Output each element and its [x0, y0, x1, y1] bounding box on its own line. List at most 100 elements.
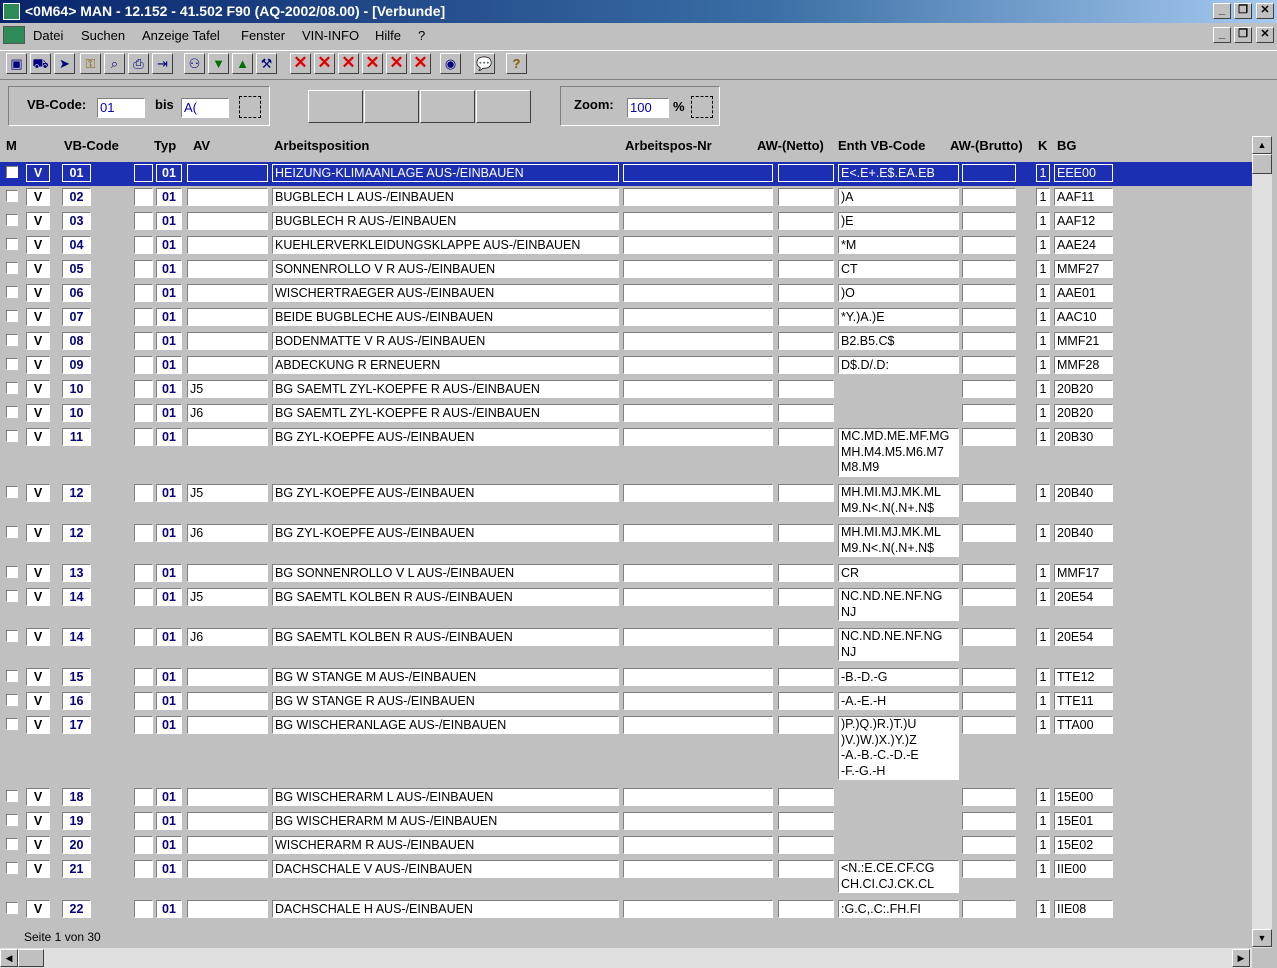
cell-k[interactable]: 1	[1036, 588, 1050, 606]
close-x-icon[interactable]: ✕	[290, 53, 311, 74]
cell-pos[interactable]: BG W STANGE R AUS-/EINBAUEN	[272, 692, 619, 710]
table-row[interactable]: V 14 01 J5 BG SAEMTL KOLBEN R AUS-/EINBAUEN N…	[0, 586, 1252, 626]
scroll-down-button[interactable]: ▼	[1252, 929, 1272, 947]
cell-enth[interactable]: CR	[838, 564, 959, 582]
cell-netto[interactable]	[778, 668, 834, 686]
cell-k[interactable]: 1	[1036, 284, 1050, 302]
cell-nr[interactable]	[623, 524, 773, 542]
row-checkbox[interactable]	[6, 486, 18, 498]
menu-fenster[interactable]: Fenster	[241, 28, 285, 43]
cell-code[interactable]: 09	[62, 356, 91, 374]
close-x-icon[interactable]: ✕	[410, 53, 431, 74]
cell-code[interactable]: 14	[62, 628, 91, 646]
empty-button-1[interactable]	[308, 90, 363, 123]
cell-v[interactable]: V	[26, 404, 50, 422]
cell-blank1[interactable]	[134, 668, 153, 686]
cell-netto[interactable]	[778, 628, 834, 646]
cell-pos[interactable]: BG SAEMTL KOLBEN R AUS-/EINBAUEN	[272, 588, 619, 606]
cell-v[interactable]: V	[26, 188, 50, 206]
cell-typ[interactable]: 01	[156, 564, 182, 582]
cell-k[interactable]: 1	[1036, 716, 1050, 734]
cell-blank1[interactable]	[134, 188, 153, 206]
cell-pos[interactable]: SONNENROLLO V R AUS-/EINBAUEN	[272, 260, 619, 278]
cell-v[interactable]: V	[26, 212, 50, 230]
cell-netto[interactable]	[778, 236, 834, 254]
row-checkbox[interactable]	[6, 214, 18, 226]
cell-v[interactable]: V	[26, 860, 50, 878]
close-button[interactable]: ✕	[1256, 3, 1274, 19]
cell-bg[interactable]: AAC10	[1054, 308, 1113, 326]
cell-code[interactable]: 19	[62, 812, 91, 830]
cell-v[interactable]: V	[26, 692, 50, 710]
cell-typ[interactable]: 01	[156, 484, 182, 502]
row-checkbox[interactable]	[6, 238, 18, 250]
cell-bg[interactable]: 15E01	[1054, 812, 1113, 830]
cell-pos[interactable]: BUGBLECH R AUS-/EINBAUEN	[272, 212, 619, 230]
cell-code[interactable]: 22	[62, 900, 91, 918]
cell-blank1[interactable]	[134, 380, 153, 398]
cell-pos[interactable]: WISCHERTRAEGER AUS-/EINBAUEN	[272, 284, 619, 302]
cell-pos[interactable]: BEIDE BUGBLECHE AUS-/EINBAUEN	[272, 308, 619, 326]
cell-netto[interactable]	[778, 588, 834, 606]
cell-blank1[interactable]	[134, 356, 153, 374]
cell-netto[interactable]	[778, 484, 834, 502]
table-row[interactable]: V 03 01 BUGBLECH R AUS-/EINBAUEN)E 1 AAF12	[0, 210, 1252, 234]
cell-bg[interactable]: 15E02	[1054, 836, 1113, 854]
cell-bg[interactable]: 20B20	[1054, 404, 1113, 422]
cell-code[interactable]: 12	[62, 524, 91, 542]
cell-av[interactable]	[187, 212, 268, 230]
cell-pos[interactable]: BG SAEMTL ZYL-KOEPFE R AUS-/EINBAUEN	[272, 404, 619, 422]
cell-code[interactable]: 13	[62, 564, 91, 582]
cell-code[interactable]: 07	[62, 308, 91, 326]
cell-nr[interactable]	[623, 284, 773, 302]
cell-av[interactable]	[187, 308, 268, 326]
col-header-arbeitsposition[interactable]: Arbeitsposition	[274, 138, 369, 153]
cell-v[interactable]: V	[26, 380, 50, 398]
cell-pos[interactable]: BG SAEMTL ZYL-KOEPFE R AUS-/EINBAUEN	[272, 380, 619, 398]
cell-enth[interactable]: :G.C,.C:.FH.FI	[838, 900, 959, 918]
cell-netto[interactable]	[778, 308, 834, 326]
cell-v[interactable]: V	[26, 428, 50, 446]
cell-bg[interactable]: IIE08	[1054, 900, 1113, 918]
cell-brutto[interactable]	[962, 428, 1016, 446]
cell-pos[interactable]: BG WISCHERARM L AUS-/EINBAUEN	[272, 788, 619, 806]
cell-blank1[interactable]	[134, 628, 153, 646]
cell-netto[interactable]	[778, 164, 834, 182]
row-checkbox[interactable]	[6, 382, 18, 394]
table-row[interactable]: V 02 01 BUGBLECH L AUS-/EINBAUEN)A 1 AAF11	[0, 186, 1252, 210]
cell-brutto[interactable]	[962, 692, 1016, 710]
table-row[interactable]: V 11 01 BG ZYL-KOEPFE AUS-/EINBAUEN MC.MD.ME…	[0, 426, 1252, 482]
cell-code[interactable]: 11	[62, 428, 91, 446]
cell-enth[interactable]: NC.ND.NE.NF.NG NJ	[838, 628, 959, 661]
cell-v[interactable]: V	[26, 812, 50, 830]
row-checkbox[interactable]	[6, 190, 18, 202]
cell-enth[interactable]: MH.MI.MJ.MK.ML M9.N<.N(.N+.N$	[838, 484, 959, 517]
cell-k[interactable]: 1	[1036, 788, 1050, 806]
cell-brutto[interactable]	[962, 788, 1016, 806]
cell-brutto[interactable]	[962, 332, 1016, 350]
cell-code[interactable]: 06	[62, 284, 91, 302]
cell-nr[interactable]	[623, 716, 773, 734]
search-doc-icon[interactable]: ⌕	[104, 53, 125, 74]
disk-icon[interactable]: ◉	[440, 53, 461, 74]
cell-code[interactable]: 12	[62, 484, 91, 502]
cell-pos[interactable]: BG WISCHERARM M AUS-/EINBAUEN	[272, 812, 619, 830]
cell-k[interactable]: 1	[1036, 524, 1050, 542]
row-checkbox[interactable]	[6, 406, 18, 418]
cell-enth[interactable]: NC.ND.NE.NF.NG NJ	[838, 588, 959, 621]
cell-av[interactable]	[187, 236, 268, 254]
cell-v[interactable]: V	[26, 564, 50, 582]
export-icon[interactable]: ⇥	[152, 53, 173, 74]
col-header-enth-vb-code[interactable]: Enth VB-Code	[838, 138, 925, 153]
cell-brutto[interactable]	[962, 236, 1016, 254]
cell-bg[interactable]: EEE00	[1054, 164, 1113, 182]
cell-enth[interactable]: CT	[838, 260, 959, 278]
cell-netto[interactable]	[778, 260, 834, 278]
cell-pos[interactable]: BG ZYL-KOEPFE AUS-/EINBAUEN	[272, 428, 619, 446]
cell-blank1[interactable]	[134, 564, 153, 582]
cell-typ[interactable]: 01	[156, 628, 182, 646]
cell-k[interactable]: 1	[1036, 260, 1050, 278]
cell-k[interactable]: 1	[1036, 212, 1050, 230]
cell-enth[interactable]: *M	[838, 236, 959, 254]
cell-brutto[interactable]	[962, 628, 1016, 646]
